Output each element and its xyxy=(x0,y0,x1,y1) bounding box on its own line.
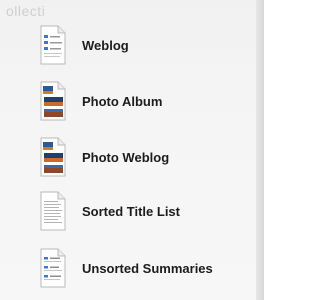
template-label-sorted-title-list: Sorted Title List xyxy=(82,203,180,219)
template-label-weblog: Weblog xyxy=(82,37,129,53)
background-ghost-text: ollecti xyxy=(6,3,46,19)
unsorted-summaries-doc-icon xyxy=(40,248,66,288)
template-item-photo-album[interactable]: Photo Album xyxy=(38,79,248,123)
template-item-unsorted-summaries[interactable]: Unsorted Summaries xyxy=(38,246,248,290)
template-item-weblog[interactable]: Weblog xyxy=(38,23,248,67)
template-label-unsorted-summaries: Unsorted Summaries xyxy=(82,260,213,276)
template-label-photo-album: Photo Album xyxy=(82,93,163,109)
panel-edge xyxy=(256,0,264,300)
template-item-photo-weblog[interactable]: Photo Weblog xyxy=(38,135,248,179)
template-item-sorted-title-list[interactable]: Sorted Title List xyxy=(38,189,248,233)
sorted-list-doc-icon xyxy=(40,191,66,231)
template-label-photo-weblog: Photo Weblog xyxy=(82,149,170,165)
template-list-panel: ollecti Weblog Photo Album Photo Weblog … xyxy=(0,0,264,300)
photo-weblog-doc-icon xyxy=(40,137,66,177)
photo-album-doc-icon xyxy=(40,81,66,121)
weblog-doc-icon xyxy=(40,25,66,65)
